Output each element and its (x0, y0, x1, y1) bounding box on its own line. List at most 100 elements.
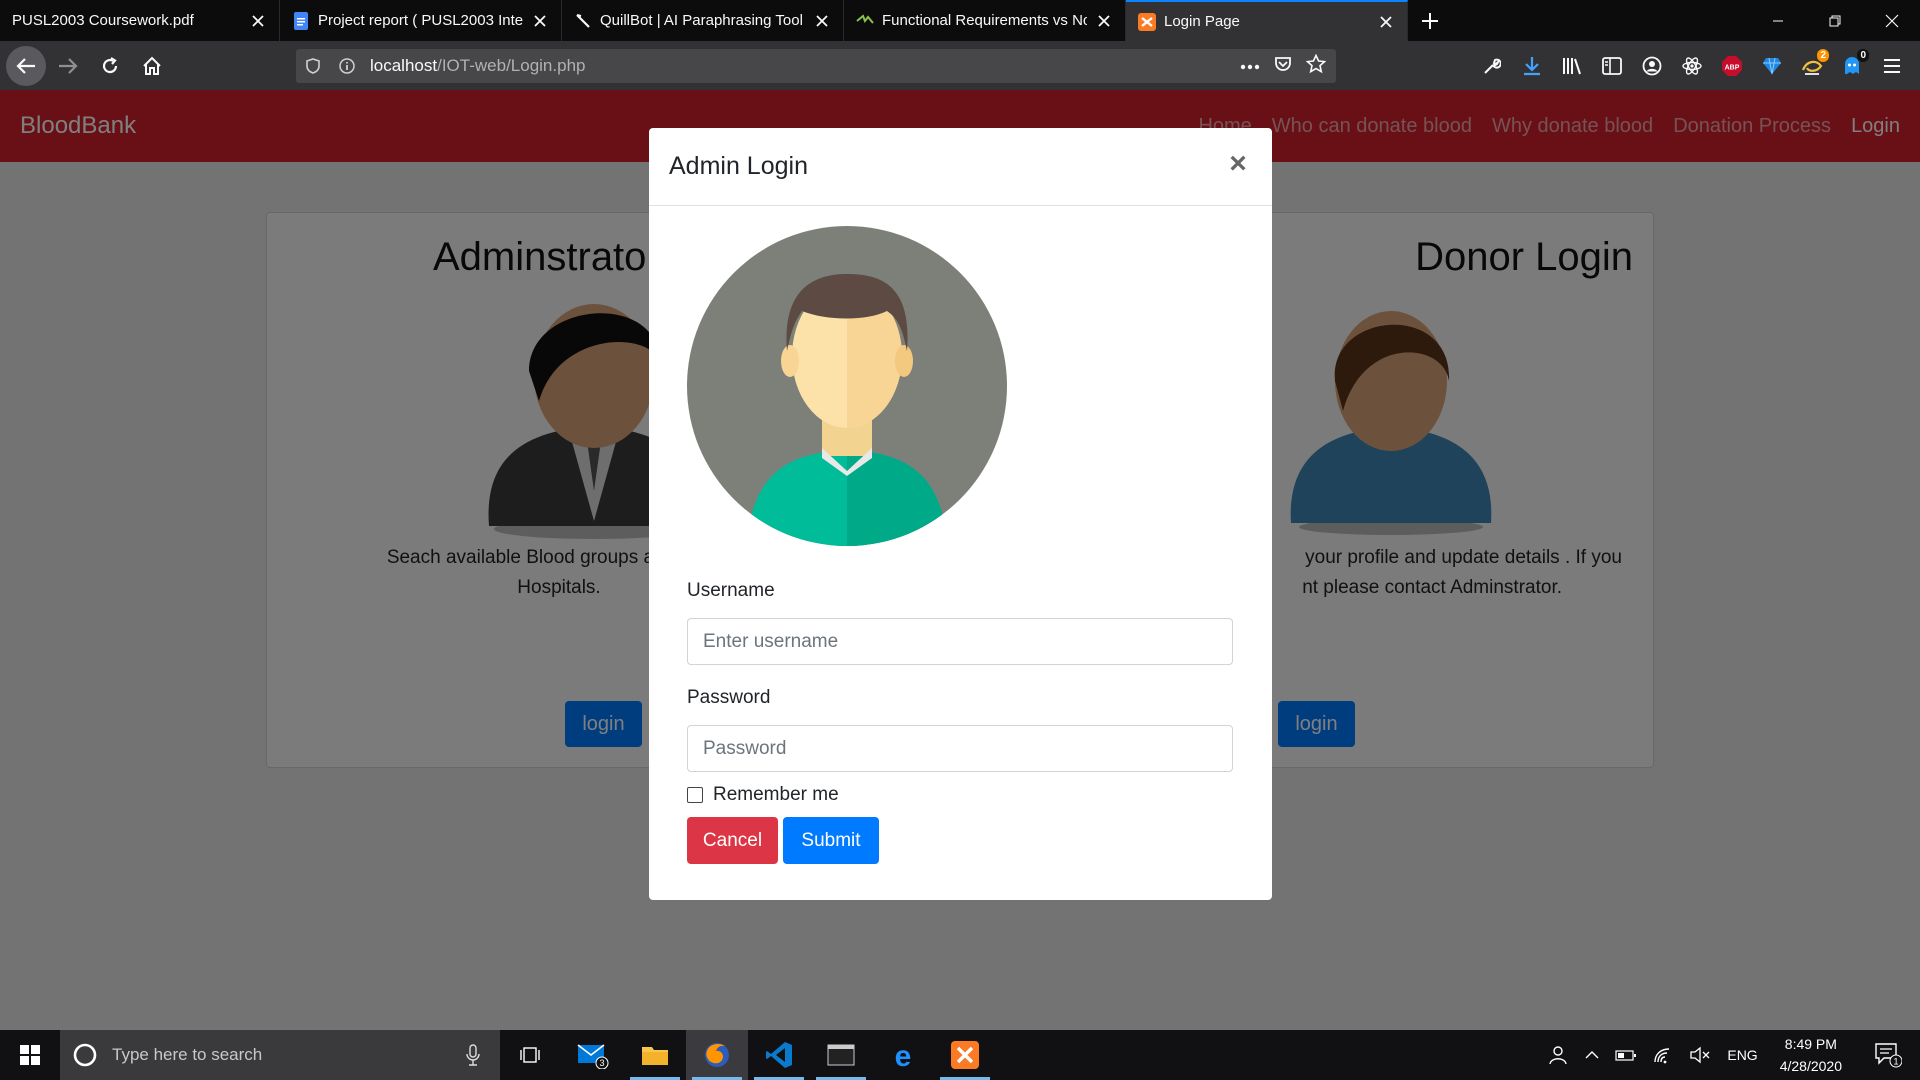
chevron-up-icon (1585, 1051, 1599, 1059)
taskbar-vscode[interactable] (748, 1030, 810, 1080)
adblock-icon: ABP (1722, 55, 1742, 76)
close-icon[interactable] (531, 12, 549, 30)
wifi-button[interactable] (1645, 1030, 1681, 1080)
remember-me-checkbox[interactable] (687, 787, 703, 803)
react-devtools-button[interactable] (1672, 46, 1712, 86)
shield-icon[interactable] (296, 49, 330, 83)
url-text: localhost/IOT-web/Login.php (370, 56, 586, 75)
svg-text:ABP: ABP (1725, 64, 1740, 71)
volume-button[interactable] (1681, 1030, 1719, 1080)
adblock-plus-button[interactable]: ABP (1712, 46, 1752, 86)
library-icon (1563, 57, 1581, 74)
start-button[interactable] (0, 1030, 60, 1080)
quillbot-icon (574, 12, 592, 30)
taskbar-search-box[interactable]: Type here to search (60, 1030, 500, 1080)
pocket-icon[interactable] (1274, 55, 1292, 78)
user-avatar-icon (687, 226, 1007, 546)
notification-badge: 2 (1817, 48, 1829, 62)
username-input[interactable] (687, 618, 1233, 665)
web-page: BloodBank Home Who can donate blood Why … (0, 90, 1920, 1030)
wifi-icon (1654, 1048, 1670, 1064)
clock-time: 8:49 PM (1784, 1036, 1837, 1052)
cancel-button[interactable]: Cancel (687, 817, 778, 864)
browser-tab-strip: PUSL2003 Coursework.pdf Project report (… (0, 0, 1920, 41)
xampp-icon (951, 1041, 979, 1069)
tab-project-report[interactable]: Project report ( PUSL2003 Integ (280, 0, 562, 41)
notification-count: 1 (1893, 1057, 1898, 1067)
extension-notify-button[interactable]: 2 (1792, 46, 1832, 86)
taskbar-firefox[interactable] (686, 1030, 748, 1080)
submit-button[interactable]: Submit (783, 817, 879, 864)
reload-button[interactable] (90, 46, 130, 86)
forward-button[interactable] (48, 46, 88, 86)
battery-button[interactable] (1607, 1030, 1645, 1080)
task-view-button[interactable] (500, 1030, 562, 1080)
minimize-button[interactable] (1749, 0, 1806, 41)
taskbar-xampp[interactable] (934, 1030, 996, 1080)
show-hidden-icons-button[interactable] (1577, 1030, 1607, 1080)
remember-me-row: Remember me (687, 784, 839, 806)
sidebar-button[interactable] (1592, 46, 1632, 86)
modal-close-button[interactable]: × (1224, 149, 1252, 179)
search-placeholder: Type here to search (112, 1045, 263, 1064)
system-tray: ENG 8:49 PM 4/28/2020 1 (1539, 1030, 1920, 1080)
tab-title: Login Page (1164, 13, 1240, 30)
windows-taskbar: Type here to search 3 e ENG 8:49 PM 4/28… (0, 1030, 1920, 1080)
mail-icon: 3 (577, 1044, 609, 1069)
info-icon[interactable] (330, 49, 364, 83)
taskbar-mail-app[interactable]: 3 (562, 1030, 624, 1080)
back-button[interactable] (6, 45, 46, 86)
react-icon (1682, 56, 1702, 75)
clock[interactable]: 8:49 PM 4/28/2020 (1766, 1033, 1856, 1077)
xampp-icon (1138, 12, 1156, 31)
tab-pusl2003-coursework[interactable]: PUSL2003 Coursework.pdf (0, 0, 280, 41)
close-window-button[interactable] (1863, 0, 1920, 41)
account-button[interactable] (1632, 46, 1672, 86)
restore-button[interactable] (1806, 0, 1863, 41)
wrench-icon (1484, 58, 1501, 74)
remember-me-label[interactable]: Remember me (713, 784, 839, 806)
close-icon[interactable] (813, 12, 831, 30)
close-icon[interactable] (1377, 13, 1395, 31)
library-button[interactable] (1552, 46, 1592, 86)
clock-date: 4/28/2020 (1779, 1058, 1842, 1074)
sidebar-icon (1602, 56, 1622, 75)
website-icon (856, 12, 874, 30)
devtools-wrench-button[interactable] (1472, 46, 1512, 86)
svg-text:e: e (895, 1041, 912, 1069)
extension-gem-button[interactable] (1752, 46, 1792, 86)
taskbar-edge[interactable]: e (872, 1030, 934, 1080)
tab-functional-requirements[interactable]: Functional Requirements vs No (844, 0, 1126, 41)
new-tab-button[interactable] (1408, 0, 1452, 41)
language-indicator[interactable]: ENG (1719, 1030, 1765, 1080)
gem-icon (1763, 57, 1781, 74)
username-label: Username (687, 580, 775, 601)
menu-button[interactable] (1872, 46, 1912, 86)
tab-login-page[interactable]: Login Page (1126, 0, 1408, 41)
taskbar-file-explorer[interactable] (624, 1030, 686, 1080)
close-icon[interactable] (249, 12, 267, 30)
action-center-button[interactable]: 1 (1856, 1030, 1920, 1080)
close-icon (1885, 14, 1898, 27)
address-bar[interactable]: localhost/IOT-web/Login.php (296, 49, 1336, 83)
window-controls (1749, 0, 1920, 41)
message-badge: 0 (1857, 48, 1869, 62)
modal-title: Admin Login (669, 152, 808, 180)
page-actions-icon[interactable] (1240, 57, 1260, 75)
extension-messages-button[interactable]: 0 (1832, 46, 1872, 86)
password-input[interactable] (687, 725, 1233, 772)
browser-toolbar: localhost/IOT-web/Login.php ABP 2 0 (0, 41, 1920, 90)
close-icon[interactable] (1095, 12, 1113, 30)
windows-logo-icon (20, 1045, 40, 1065)
home-button[interactable] (132, 46, 172, 86)
bookmark-star-icon[interactable] (1305, 53, 1327, 79)
microphone-icon[interactable] (466, 1044, 480, 1066)
minimize-icon (1772, 20, 1783, 21)
downloads-button[interactable] (1512, 46, 1552, 86)
mail-badge: 3 (599, 1058, 604, 1068)
taskbar-terminal[interactable] (810, 1030, 872, 1080)
password-label: Password (687, 687, 771, 708)
tab-quillbot[interactable]: QuillBot | AI Paraphrasing Tool (562, 0, 844, 41)
people-button[interactable] (1539, 1030, 1577, 1080)
firefox-icon (705, 1043, 729, 1067)
